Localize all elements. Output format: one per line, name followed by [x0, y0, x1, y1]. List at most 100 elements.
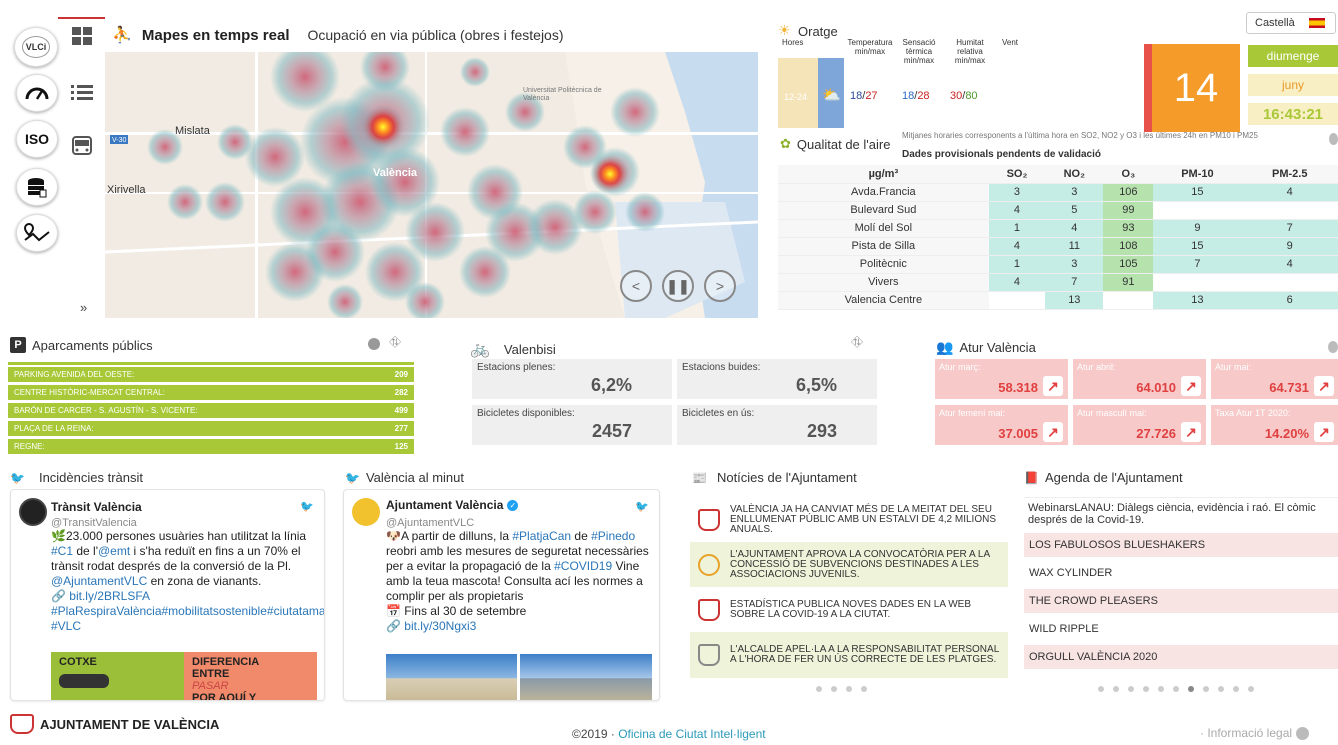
news-item[interactable]: L'ALCALDE APEL·LA A LA RESPONSABILITAT P… [690, 632, 1008, 678]
agenda-item[interactable]: LOS FABULOSOS BLUESHAKERS [1024, 533, 1338, 557]
agenda-page-dot[interactable] [1158, 686, 1164, 692]
agenda-page-dot[interactable] [1248, 686, 1254, 692]
iso-button[interactable]: ISO [16, 120, 58, 158]
agenda-page-dot[interactable] [1218, 686, 1224, 692]
bicycle-icon: 🚲 [470, 341, 490, 358]
traffic-name: Trànsit València [51, 500, 142, 514]
agenda-item[interactable]: WILD RIPPLE [1024, 617, 1338, 641]
agenda-item[interactable]: ORGULL VALÈNCIA 2020 [1024, 645, 1338, 669]
news-item[interactable]: ESTADÍSTICA PUBLICA NOVES DADES EN LA WE… [690, 587, 1008, 633]
parking-row[interactable]: BARÓN DE CARCER - S. AGUSTÍN - S. VICENT… [8, 403, 414, 418]
image-text-3: PASAR [192, 680, 229, 692]
agenda-page-dot[interactable] [1128, 686, 1134, 692]
minute-tag-3[interactable]: #COVID19 [554, 559, 612, 573]
table-header-cell: PM-10 [1153, 165, 1242, 184]
traffic-tag-1[interactable]: #C1 [51, 544, 73, 558]
minute-tweet-image[interactable] [386, 654, 652, 700]
speedometer-icon[interactable] [16, 74, 58, 112]
grid-view-icon[interactable] [68, 22, 96, 50]
air-quality-warning: Dades provisionals pendents de validació [902, 149, 1101, 160]
agenda-page-dot-active[interactable] [1188, 686, 1194, 692]
agenda-page-dot[interactable] [1173, 686, 1179, 692]
news-text: ESTADÍSTICA PUBLICA NOVES DADES EN LA WE… [730, 599, 971, 620]
realtime-map[interactable]: Mislata Xirivella València V-30 Universi… [105, 52, 758, 318]
agenda-pagination[interactable] [1098, 686, 1254, 692]
table-cell: 13 [1045, 291, 1104, 310]
map-pause-button[interactable]: ❚❚ [662, 270, 694, 302]
agenda-page-dot[interactable] [1143, 686, 1149, 692]
minute-name: Ajuntament València [386, 498, 504, 512]
table-cell: 4 [1045, 219, 1104, 238]
twitter-logo-icon: 🐦 [300, 501, 314, 513]
iso-label: ISO [24, 131, 50, 147]
news-pagination[interactable] [816, 686, 867, 692]
traffic-hashtags[interactable]: #PlaRespiraValència#mobilitatsostenible#… [51, 604, 324, 633]
traffic-link[interactable]: bit.ly/2BRLSFA [69, 589, 150, 603]
traffic-text-1: 23.000 persones usuàries han utilitzat l… [65, 529, 307, 543]
footer-office-link[interactable]: Oficina de Ciutat Intel·ligent [618, 727, 765, 741]
station-name: Molí del Sol [778, 219, 989, 238]
footer-logo[interactable]: AJUNTAMENT DE VALÈNCIA [10, 714, 219, 734]
atur-info-icon[interactable] [1328, 341, 1338, 353]
expand-sidebar-button[interactable]: » [80, 300, 87, 315]
parking-row[interactable]: PLAÇA DE LA REINA: 277 [8, 421, 414, 436]
footer-legal[interactable]: · Informació legal [1200, 726, 1310, 740]
parking-row[interactable]: REGNE: 125 [8, 439, 414, 454]
agenda-page-dot[interactable] [1203, 686, 1209, 692]
agenda-page-dot[interactable] [1233, 686, 1239, 692]
map-next-button[interactable]: > [704, 270, 736, 302]
parking-row[interactable]: CENTRE HISTÒRIC-MERCAT CENTRAL: 282 [8, 385, 414, 400]
map-pin-icon[interactable] [16, 214, 58, 252]
traffic-mention-1[interactable]: @emt [98, 544, 130, 558]
news-item[interactable]: VALÈNCIA JA HA CANVIAT MÉS DE LA MEITAT … [690, 497, 1008, 543]
hum-min: 30 [950, 90, 963, 102]
news-page-dot[interactable] [861, 686, 867, 692]
trend-up-arrow-icon: ↗ [1043, 376, 1063, 396]
footer-legal-link[interactable]: · Informació legal [1200, 726, 1292, 740]
bikes-available-label: Bicicletes disponibles: [477, 408, 575, 419]
traffic-tweet-card[interactable]: Trànsit València @TransitValencia 🐦 🌿23.… [10, 489, 325, 701]
parking-value: 277 [394, 424, 408, 433]
table-row: Vivers 4 7 91 [778, 273, 1338, 292]
table-cell: 105 [1103, 255, 1154, 274]
full-stations-label: Estacions plenes: [477, 362, 556, 373]
traffic-title: Incidències trànsit [38, 470, 144, 485]
traffic-mention-2[interactable]: @AjuntamentVLC [51, 574, 147, 588]
twitter-bird-icon: 🐦 [10, 470, 25, 485]
agenda-item[interactable]: WAX CYLINDER [1024, 561, 1338, 585]
database-icon[interactable] [16, 168, 58, 206]
valenbisi-map-icon[interactable]: ⛗ [851, 334, 863, 351]
list-view-icon[interactable] [68, 79, 96, 107]
table-cell: 3 [1045, 183, 1104, 202]
agenda-page-dot[interactable] [1098, 686, 1104, 692]
parking-info-icon[interactable] [368, 338, 380, 350]
agenda-item[interactable]: THE CROWD PLEASERS [1024, 589, 1338, 613]
weather-title: Oratge [798, 24, 838, 39]
news-page-dot[interactable] [816, 686, 822, 692]
language-selector[interactable]: Castellà [1246, 12, 1336, 34]
agenda-item-first[interactable]: WebinarsLANAU: Diàlegs ciència, evidènci… [1024, 497, 1338, 531]
atur-box: Taxa Atur 1T 2020: 14.20% ↗ [1211, 405, 1338, 445]
parking-map-icon[interactable]: ⛗ [389, 334, 401, 351]
station-name: Politècnic [778, 255, 989, 274]
map-prev-button[interactable]: < [620, 270, 652, 302]
ajuntament-avatar [352, 498, 380, 526]
bus-icon[interactable] [68, 132, 96, 160]
news-page-dot[interactable] [846, 686, 852, 692]
agenda-page-dot[interactable] [1113, 686, 1119, 692]
traffic-tweet-image[interactable]: COTXE DIFERENCIA ENTRE PASAR POR AQUÍ Y [51, 652, 317, 700]
news-item[interactable]: L'AJUNTAMENT APROVA LA CONVOCATÒRIA PER … [690, 542, 1008, 588]
table-cell: 9 [1241, 237, 1338, 256]
minute-tweet-text: 🐶A partir de dilluns, la #PlatjaCan de #… [386, 529, 656, 634]
parking-row[interactable]: PARKING AVENIDA DEL OESTE: 209 [8, 367, 414, 382]
vlci-logo[interactable]: VLCi [14, 27, 58, 67]
map-canvas: Mislata Xirivella València V-30 [105, 52, 758, 318]
minute-tweet-card[interactable]: Ajuntament València ✓ @AjuntamentVLC 🐦 🐶A… [343, 489, 660, 701]
minute-tag-2[interactable]: #Pinedo [591, 529, 635, 543]
minute-link[interactable]: bit.ly/30Ngxi3 [404, 619, 476, 633]
news-page-dot[interactable] [831, 686, 837, 692]
air-info-icon[interactable] [1329, 133, 1338, 145]
air-quality-note: Mitjanes horaries corresponents a l'últi… [902, 131, 1258, 140]
atur-value: 64.731 [1269, 380, 1309, 395]
minute-tag-1[interactable]: #PlatjaCan [512, 529, 571, 543]
